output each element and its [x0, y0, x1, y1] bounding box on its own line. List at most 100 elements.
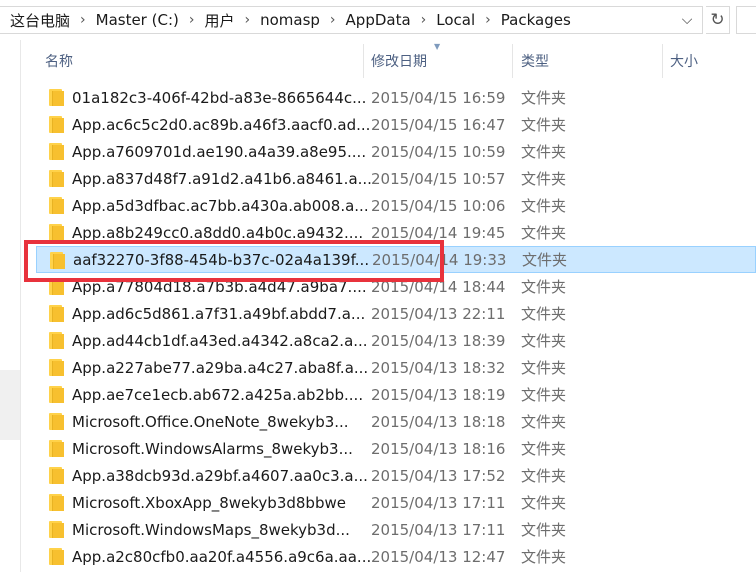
breadcrumb-separator-icon[interactable]: ›: [181, 12, 203, 28]
file-date: 2015/04/13 17:11: [371, 520, 506, 539]
file-name: App.a227abe77.a29ba.a4c27.aba8f.a...: [72, 358, 369, 377]
file-date: 2015/04/15 10:59: [371, 142, 506, 161]
file-date: 2015/04/13 18:32: [371, 358, 506, 377]
file-name: App.a2c80cfb0.aa20f.a4556.a9c6a.aa...: [72, 547, 372, 566]
folder-icon: [48, 386, 64, 403]
column-divider[interactable]: [512, 44, 513, 78]
navigation-selected-item[interactable]: [0, 370, 20, 440]
file-name: Microsoft.WindowsMaps_8wekyb3d...: [72, 520, 350, 539]
file-name: App.ad44cb1df.a43ed.a4342.a8ca2.a...: [72, 331, 368, 350]
file-date: 2015/04/15 16:59: [371, 88, 506, 107]
column-header-name[interactable]: 名称: [45, 44, 363, 78]
file-date: 2015/04/13 18:39: [371, 331, 506, 350]
breadcrumb-item[interactable]: AppData: [344, 11, 413, 29]
refresh-icon[interactable]: ↻: [706, 6, 730, 34]
file-name: App.a77804d18.a7b3b.a4d47.a9ba7....: [72, 277, 367, 296]
column-header-date[interactable]: 修改日期: [371, 44, 512, 78]
file-date: 2015/04/14 19:33: [372, 250, 507, 269]
breadcrumb-item[interactable]: Packages: [499, 11, 573, 29]
column-header-date-label: 修改日期: [371, 54, 427, 70]
folder-icon: [48, 170, 64, 187]
folder-icon: [48, 224, 64, 241]
file-date: 2015/04/13 18:19: [371, 385, 506, 404]
breadcrumb-separator-icon[interactable]: ›: [477, 12, 499, 28]
file-type: 文件夹: [521, 386, 567, 404]
file-name: App.a38dcb93d.a29bf.a4607.aa0c3.a...: [72, 466, 368, 485]
file-type: 文件夹: [521, 359, 567, 377]
breadcrumb-separator-icon[interactable]: ›: [322, 12, 344, 28]
breadcrumb-item[interactable]: 用户: [202, 10, 236, 31]
file-row[interactable]: App.ae7ce1ecb.ab672.a425a.ab2bb.... 2015/…: [36, 381, 756, 408]
file-type: 文件夹: [521, 116, 567, 134]
file-date: 2015/04/13 18:18: [371, 412, 506, 431]
file-name: App.ac6c5c2d0.ac89b.a46f3.aacf0.ad...: [72, 115, 371, 134]
file-name: Microsoft.Office.OneNote_8wekyb3...: [72, 412, 349, 431]
file-date: 2015/04/14 18:44: [371, 277, 506, 296]
file-row[interactable]: Microsoft.WindowsMaps_8wekyb3d... 2015/04…: [36, 516, 756, 543]
file-row[interactable]: App.a8b249cc0.a8dd0.a4b0c.a9432.... 2015/…: [36, 219, 756, 246]
file-name: App.a5d3dfbac.ac7bb.a430a.ab008.a...: [72, 196, 369, 215]
file-row[interactable]: App.ad6c5d861.a7f31.a49bf.abdd7.a... 2015…: [36, 300, 756, 327]
file-date: 2015/04/15 16:47: [371, 115, 506, 134]
column-header-size-label: 大小: [670, 54, 698, 70]
file-row[interactable]: App.a7609701d.ae190.a4a39.a8e95.... 2015/…: [36, 138, 756, 165]
file-name: Microsoft.XboxApp_8wekyb3d8bbwe: [72, 493, 346, 512]
chevron-down-icon[interactable]: ⌵: [676, 7, 698, 33]
breadcrumb-separator-icon[interactable]: ›: [413, 12, 435, 28]
file-name: aaf32270-3f88-454b-b37c-02a4a139f...: [73, 250, 370, 269]
file-row[interactable]: App.ac6c5c2d0.ac89b.a46f3.aacf0.ad... 201…: [36, 111, 756, 138]
file-row[interactable]: App.a77804d18.a7b3b.a4d47.a9ba7.... 2015/…: [36, 273, 756, 300]
file-row-selected[interactable]: aaf32270-3f88-454b-b37c-02a4a139f... 2015…: [36, 246, 756, 273]
file-type: 文件夹: [521, 413, 567, 431]
file-name: App.ad6c5d861.a7f31.a49bf.abdd7.a...: [72, 304, 366, 323]
file-row[interactable]: App.a837d48f7.a91d2.a41b6.a8461.a... 2015…: [36, 165, 756, 192]
file-date: 2015/04/14 19:45: [371, 223, 506, 242]
folder-icon: [48, 89, 64, 106]
column-header-type[interactable]: 类型: [521, 44, 662, 78]
file-row[interactable]: App.a2c80cfb0.aa20f.a4556.a9c6a.aa... 201…: [36, 543, 756, 570]
folder-icon: [48, 467, 64, 484]
folder-icon: [48, 413, 64, 430]
file-row[interactable]: App.ad44cb1df.a43ed.a4342.a8ca2.a... 2015…: [36, 327, 756, 354]
file-type: 文件夹: [521, 305, 567, 323]
file-date: 2015/04/13 12:47: [371, 547, 506, 566]
file-row[interactable]: 01a182c3-406f-42bd-a83e-8665644c... 2015/…: [36, 84, 756, 111]
column-header-size[interactable]: 大小: [670, 44, 750, 78]
breadcrumb-item[interactable]: nomasp: [258, 11, 322, 29]
folder-icon: [48, 521, 64, 538]
file-name: Microsoft.WindowsAlarms_8wekyb3...: [72, 439, 353, 458]
file-name: App.a7609701d.ae190.a4a39.a8e95....: [72, 142, 367, 161]
folder-icon: [48, 278, 64, 295]
address-bar: 这台电脑 › Master (C:) › 用户 › nomasp › AppData › Local…: [0, 0, 756, 40]
file-row[interactable]: Microsoft.WindowsAlarms_8wekyb3... 2015/0…: [36, 435, 756, 462]
search-box[interactable]: [736, 6, 756, 34]
navigation-pane[interactable]: [0, 40, 21, 572]
file-row[interactable]: App.a5d3dfbac.ac7bb.a430a.ab008.a... 2015…: [36, 192, 756, 219]
file-row[interactable]: App.a227abe77.a29ba.a4c27.aba8f.a... 2015…: [36, 354, 756, 381]
file-row[interactable]: Microsoft.XboxApp_8wekyb3d8bbwe 2015/04/1…: [36, 489, 756, 516]
breadcrumb-separator-icon[interactable]: ›: [236, 12, 258, 28]
breadcrumb-item[interactable]: Master (C:): [94, 11, 181, 29]
breadcrumb[interactable]: 这台电脑 › Master (C:) › 用户 › nomasp › AppData › Local…: [0, 6, 703, 34]
file-type: 文件夹: [521, 548, 567, 566]
file-type: 文件夹: [521, 521, 567, 539]
column-divider[interactable]: [363, 44, 364, 78]
folder-icon: [48, 548, 64, 565]
folder-icon: [48, 305, 64, 322]
file-row[interactable]: Microsoft.Office.OneNote_8wekyb3... 2015/…: [36, 408, 756, 435]
breadcrumb-item[interactable]: Local: [434, 11, 477, 29]
column-divider[interactable]: [662, 44, 663, 78]
breadcrumb-separator-icon[interactable]: ›: [72, 12, 94, 28]
file-type: 文件夹: [521, 440, 567, 458]
folder-icon: [48, 494, 64, 511]
file-row[interactable]: App.a38dcb93d.a29bf.a4607.aa0c3.a... 2015…: [36, 462, 756, 489]
file-date: 2015/04/13 22:11: [371, 304, 506, 323]
breadcrumb-item[interactable]: 这台电脑: [8, 10, 72, 31]
file-name: 01a182c3-406f-42bd-a83e-8665644c...: [72, 88, 367, 107]
file-date: 2015/04/13 18:16: [371, 439, 506, 458]
file-type: 文件夹: [521, 332, 567, 350]
file-date: 2015/04/15 10:06: [371, 196, 506, 215]
file-date: 2015/04/15 10:57: [371, 169, 506, 188]
folder-icon: [48, 116, 64, 133]
folder-icon: [48, 332, 64, 349]
